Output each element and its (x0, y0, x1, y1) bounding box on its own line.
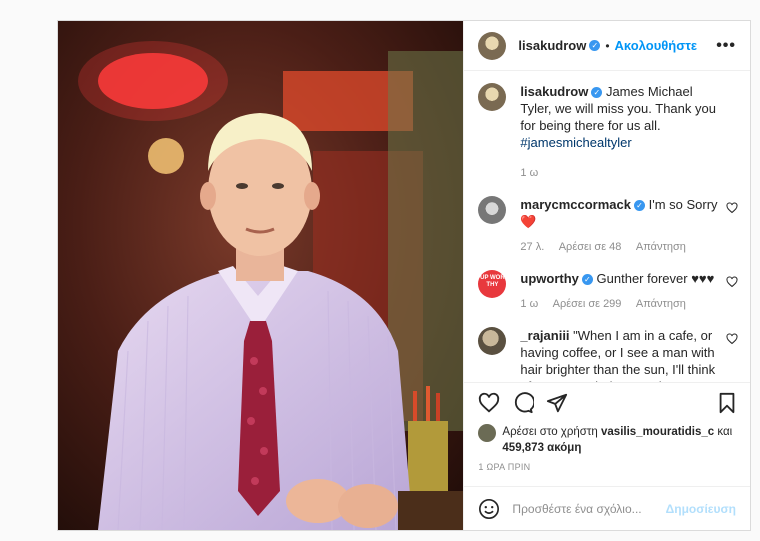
like-comment-heart-icon[interactable] (726, 333, 738, 345)
comment-text: Gunther forever ♥♥♥ (596, 271, 715, 286)
upworthy-avatar-text: UP WOR THY (480, 275, 505, 288)
comment-time[interactable]: 1 ω (520, 298, 538, 310)
verified-icon: ✓ (633, 200, 645, 212)
verified-icon: ✓ (591, 87, 603, 99)
comment-meta: 1 ω Αρέσει σε 299 Απάντηση (520, 296, 718, 313)
reply-button[interactable]: Απάντηση (636, 241, 686, 253)
comments-list[interactable]: lisakudrow ✓ James Michael Tyler, we will… (464, 71, 750, 382)
follow-button[interactable]: Ακολουθήστε (615, 38, 698, 53)
comment-time[interactable]: 27 λ. (520, 241, 544, 253)
comment-likes[interactable]: Αρέσει σε 299 (553, 298, 622, 310)
post-sidebar: lisakudrow ✓ • Ακολουθήστε ••• lisakudro… (463, 21, 750, 530)
comment-body: upworthy ✓ Gunther forever ♥♥♥ 1 ω Αρέσει… (520, 270, 718, 313)
comment-username[interactable]: marycmccormack (520, 197, 631, 212)
verified-icon: ✓ (581, 274, 593, 286)
share-button[interactable] (544, 390, 570, 416)
heart-icon (479, 392, 500, 412)
separator-dot: • (605, 38, 610, 53)
commenter-avatar[interactable] (478, 196, 507, 224)
emoji-icon[interactable] (478, 498, 500, 520)
commenter-avatar[interactable] (478, 327, 507, 355)
author-avatar[interactable] (478, 31, 507, 60)
caption-time[interactable]: 1 ω (520, 167, 538, 179)
liker-avatar[interactable] (478, 424, 497, 442)
share-icon (547, 393, 568, 412)
post-header: lisakudrow ✓ • Ακολουθήστε ••• (464, 21, 750, 71)
heart-emoji: ❤️ (520, 214, 537, 229)
caption: lisakudrow ✓ James Michael Tyler, we will… (478, 83, 736, 182)
post-timestamp[interactable]: 1 ΩΡΑ ΠΡΙΝ (464, 456, 750, 480)
verified-icon: ✓ (589, 40, 601, 51)
comment-input[interactable]: Προσθέστε ένα σχόλιο... (512, 502, 665, 516)
comment-username[interactable]: upworthy (520, 271, 579, 286)
likes-prefix: Αρέσει στο χρήστη (502, 426, 598, 438)
more-options-icon[interactable]: ••• (716, 37, 736, 55)
action-bar (464, 382, 750, 422)
comment-button[interactable] (510, 390, 536, 416)
caption-meta: 1 ω (520, 165, 718, 182)
comment-item: _rajaniii "When I am in a cafe, or havin… (478, 327, 738, 382)
reply-button[interactable]: Απάντηση (636, 298, 686, 310)
likes-count[interactable]: 459,873 ακόμη (502, 442, 581, 454)
comment-item: UP WOR THY upworthy ✓ Gunther forever ♥♥♥… (478, 270, 738, 313)
like-comment-heart-icon[interactable] (726, 202, 738, 214)
post-comment-button[interactable]: Δημοσίευση (666, 502, 736, 516)
comment-icon (515, 391, 535, 413)
comment-item: marycmccormack ✓ I'm so Sorry ❤️ 27 λ. Αρέ… (478, 196, 738, 256)
like-comment-heart-icon[interactable] (726, 276, 738, 288)
caption-body: lisakudrow ✓ James Michael Tyler, we will… (520, 83, 718, 182)
likes-summary: Αρέσει στο χρήστη vasilis_mouratidis_c κ… (464, 422, 750, 456)
author-info: lisakudrow ✓ • Ακολουθήστε (518, 38, 697, 53)
likes-text: Αρέσει στο χρήστη vasilis_mouratidis_c κ… (502, 424, 736, 456)
comment-likes[interactable]: Αρέσει σε 48 (559, 241, 622, 253)
commenter-avatar[interactable]: UP WOR THY (478, 270, 507, 298)
caption-username[interactable]: lisakudrow (520, 84, 588, 99)
like-button[interactable] (476, 390, 502, 416)
comment-body: marycmccormack ✓ I'm so Sorry ❤️ 27 λ. Αρέ… (520, 196, 718, 256)
post-photo[interactable] (58, 21, 464, 530)
post-photo-image (58, 21, 464, 530)
comment-username[interactable]: _rajaniii (520, 328, 569, 343)
likes-and: και (717, 426, 733, 438)
caption-avatar[interactable] (478, 83, 507, 111)
comment-body: _rajaniii "When I am in a cafe, or havin… (520, 327, 718, 382)
comment-meta: 27 λ. Αρέσει σε 48 Απάντηση (520, 239, 718, 256)
add-comment-bar: Προσθέστε ένα σχόλιο... Δημοσίευση (464, 486, 750, 530)
comment-text: I'm so Sorry (648, 197, 718, 212)
post-container: lisakudrow ✓ • Ακολουθήστε ••• lisakudro… (57, 20, 751, 531)
author-username[interactable]: lisakudrow (518, 38, 586, 53)
bookmark-icon (719, 392, 735, 413)
save-button[interactable] (714, 390, 740, 416)
caption-hashtag[interactable]: #jamesmichealtyler (520, 135, 631, 150)
liker-username[interactable]: vasilis_mouratidis_c (601, 426, 714, 438)
